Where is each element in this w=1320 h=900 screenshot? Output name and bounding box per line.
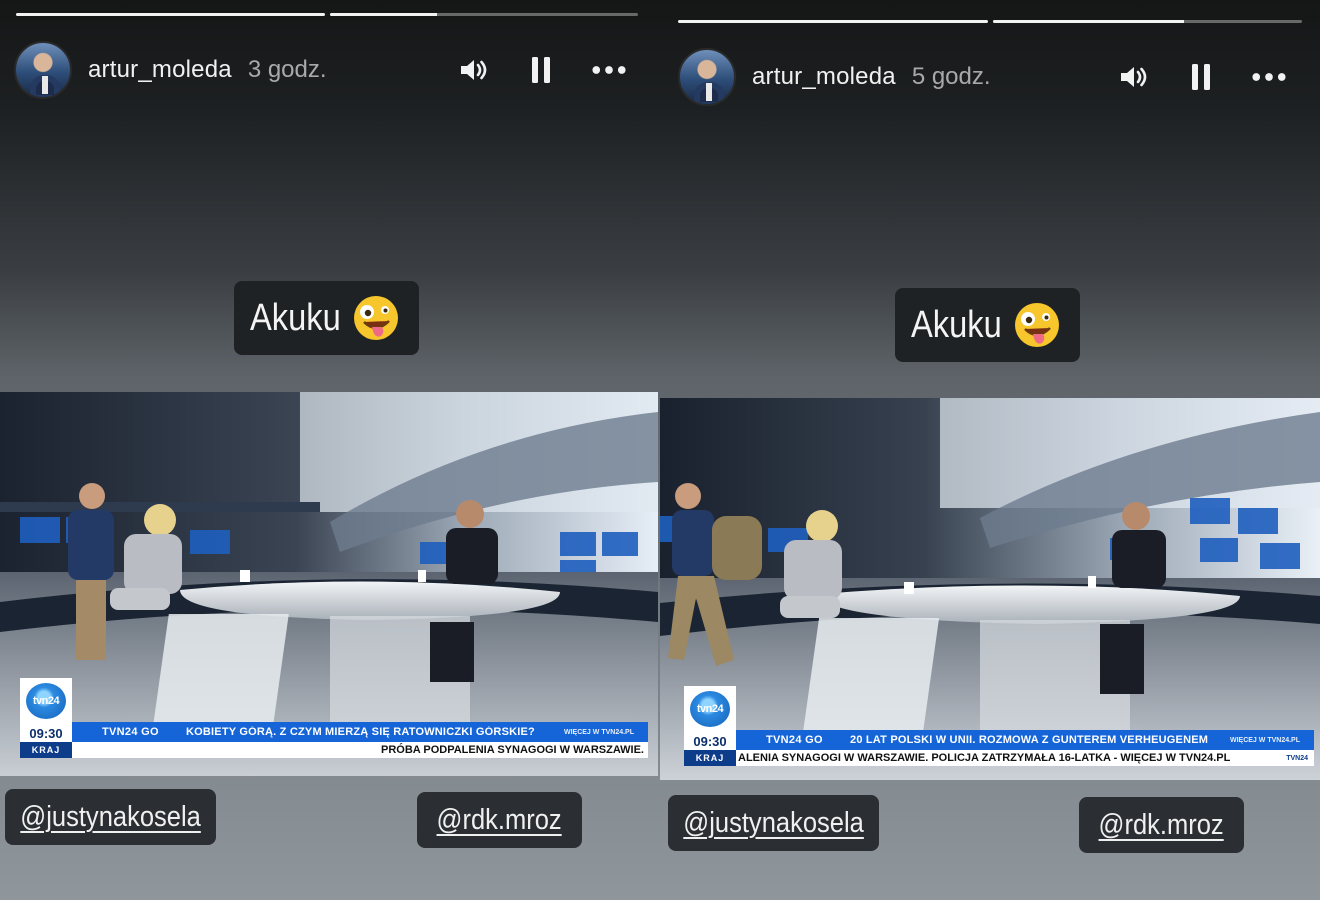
speaker-icon[interactable] (456, 53, 490, 87)
ticker-clock: 09:30 (20, 724, 72, 742)
tvn24-logo-icon: tvn24 (690, 691, 730, 727)
mention-text: @rdk.mroz (1098, 808, 1225, 841)
ticker-crawl: PRÓBA PODPALENIA SYNAGOGI W WARSZAWIE. (72, 742, 648, 758)
tvn24-logo-icon: tvn24 (26, 683, 66, 719)
ticker-crawl: ALENIA SYNAGOGI W WARSZAWIE. POLICJA ZAT… (738, 752, 1231, 764)
story-caption: Akuku (234, 281, 419, 355)
news-ticker: tvn24 09:30 KRAJ TVN24 GO 20 LAT POLSKI … (684, 686, 1314, 770)
channel-logo: tvn24 (684, 686, 736, 732)
progress-segment (16, 13, 325, 16)
progress-segment (678, 20, 988, 23)
progress-fill (992, 20, 1185, 23)
username[interactable]: artur_moleda (752, 63, 896, 91)
mention-text: @rdk.mroz (436, 803, 563, 836)
caption-text: Akuku (250, 296, 341, 339)
news-ticker: tvn24 09:30 KRAJ TVN24 GO KOBIETY GÓRĄ. … (20, 678, 648, 762)
channel-logo: tvn24 (20, 678, 72, 724)
story-caption: Akuku (895, 288, 1080, 362)
ticker-more: WIĘCEJ W TVN24.PL (563, 728, 634, 736)
avatar[interactable] (14, 41, 72, 99)
mention-tag[interactable]: @justynakosela (5, 789, 216, 845)
story-right: artur_moleda 5 godz. Akuku tvn24 09:30 K… (660, 0, 1320, 900)
ticker-tag: TVN24 (1286, 754, 1308, 762)
ticker-section: KRAJ (684, 750, 736, 766)
speaker-icon[interactable] (1116, 60, 1150, 94)
progress-fill (16, 13, 325, 16)
progress-segment (992, 20, 1302, 23)
username[interactable]: artur_moleda (88, 56, 232, 84)
pause-icon[interactable] (1184, 60, 1218, 94)
post-time: 5 godz. (911, 63, 991, 90)
progress-fill (329, 13, 438, 16)
avatar[interactable] (678, 48, 736, 106)
tv-screenshot: tvn24 09:30 KRAJ TVN24 GO 20 LAT POLSKI … (660, 398, 1320, 780)
ticker-program: TVN24 GO (102, 726, 159, 738)
ticker-headline-bar: TVN24 GO KOBIETY GÓRĄ. Z CZYM MIERZĄ SIĘ… (72, 722, 648, 742)
pause-icon[interactable] (524, 53, 558, 87)
caption-text: Akuku (911, 303, 1002, 346)
story-left: artur_moleda 3 godz. Akuku tvn24 09:30 K… (0, 0, 660, 900)
story-progress (16, 13, 638, 16)
story-progress (678, 20, 1302, 23)
ticker-headline: 20 LAT POLSKI W UNII. ROZMOWA Z GUNTEREM… (850, 734, 1209, 746)
ticker-more: WIĘCEJ W TVN24.PL (1229, 736, 1300, 744)
mention-tag[interactable]: @rdk.mroz (1079, 797, 1244, 853)
stories-comparison: artur_moleda 3 godz. Akuku tvn24 09:30 K… (0, 0, 1320, 900)
more-options-icon[interactable] (1252, 60, 1286, 94)
ticker-headline: KOBIETY GÓRĄ. Z CZYM MIERZĄ SIĘ RATOWNIC… (186, 726, 535, 738)
zany-face-emoji-icon (353, 296, 398, 340)
more-options-icon[interactable] (592, 53, 626, 87)
ticker-section: KRAJ (20, 742, 72, 758)
story-header: artur_moleda 3 godz. (14, 40, 640, 100)
progress-segment (329, 13, 638, 16)
story-controls (456, 53, 626, 87)
story-controls (1116, 60, 1286, 94)
post-time: 3 godz. (247, 56, 327, 83)
zany-face-emoji-icon (1014, 303, 1059, 347)
progress-fill (678, 20, 988, 23)
story-header: artur_moleda 5 godz. (678, 47, 1300, 107)
mention-tag[interactable]: @justynakosela (668, 795, 879, 851)
ticker-crawl-bar: ALENIA SYNAGOGI W WARSZAWIE. POLICJA ZAT… (736, 750, 1314, 766)
ticker-clock: 09:30 (684, 732, 736, 750)
ticker-headline-bar: TVN24 GO 20 LAT POLSKI W UNII. ROZMOWA Z… (736, 730, 1314, 750)
ticker-program: TVN24 GO (766, 734, 823, 746)
tv-screenshot: tvn24 09:30 KRAJ TVN24 GO KOBIETY GÓRĄ. … (0, 392, 658, 776)
mention-tag[interactable]: @rdk.mroz (417, 792, 582, 848)
mention-text: @justynakosela (20, 800, 201, 833)
mention-text: @justynakosela (683, 806, 864, 839)
